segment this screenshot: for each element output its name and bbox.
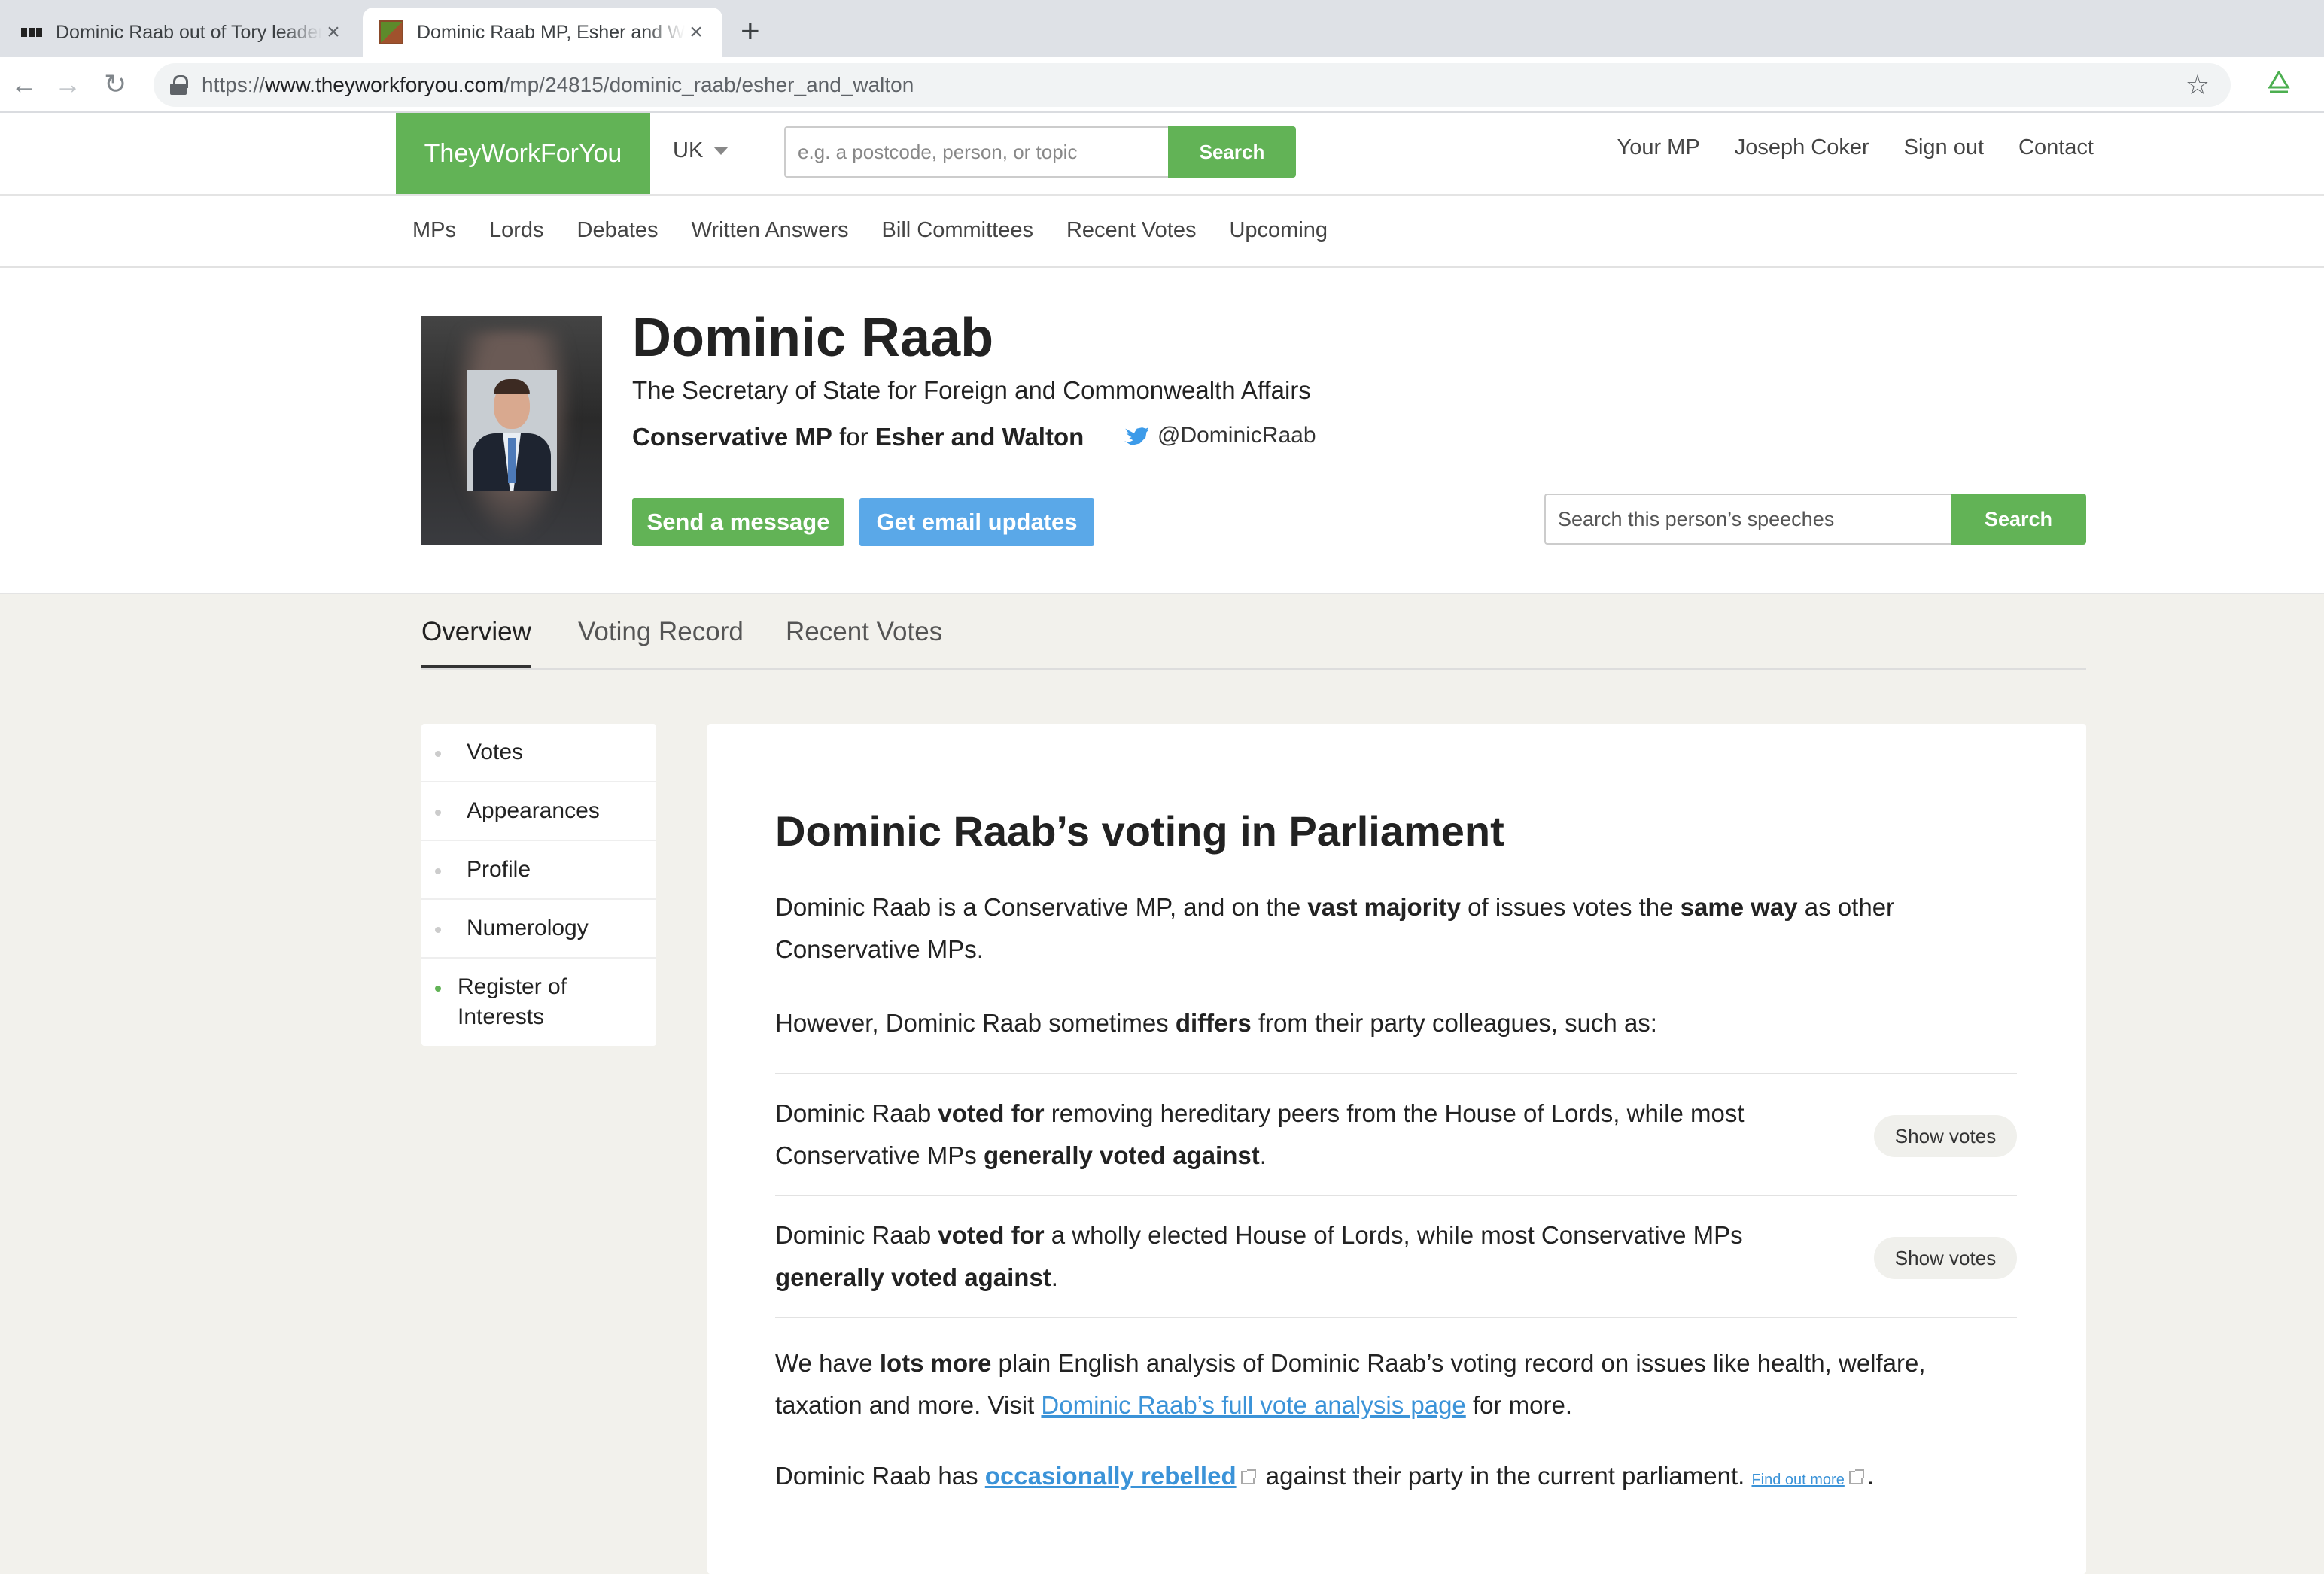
list-item: Dominic Raab voted for removing heredita… [775,1074,2017,1196]
site-search-input[interactable]: e.g. a postcode, person, or topic [784,126,1168,178]
nav-debates[interactable]: Debates [577,218,659,243]
tab-title: Dominic Raab out of Tory leadership race [56,21,322,43]
back-arrow-icon[interactable]: ← [11,68,38,101]
bbc-favicon-icon [21,28,42,37]
twfy-favicon-icon [379,20,403,44]
address-bar[interactable]: https://www.theyworkforyou.com/mp/24815/… [154,63,2231,107]
send-message-button[interactable]: Send a message [632,498,844,546]
site-search-button[interactable]: Search [1168,126,1296,178]
section-nav: MPs Lords Debates Written Answers Bill C… [0,196,2324,268]
vote-summary: Dominic Raab voted for a wholly elected … [775,1221,1743,1291]
user-links: Your MP Joseph Coker Sign out Contact [1617,135,2094,160]
bookmark-star-icon[interactable]: ☆ [2186,69,2210,101]
person-party: Conservative MP for Esher and Walton [632,423,1084,451]
site-logo[interactable]: TheyWorkForYou [396,113,650,194]
site-search: e.g. a postcode, person, or topic Search [784,126,1296,178]
tab-title: Dominic Raab MP, Esher and Walton [417,21,685,43]
country-label: UK [673,138,704,163]
contact-link[interactable]: Contact [2018,135,2094,160]
show-votes-button[interactable]: Show votes [1874,1115,2017,1157]
sidebar-nav: Votes Appearances Profile Numerology Reg… [421,724,656,1046]
rebellion-text: Dominic Raab has occasionally rebelled a… [775,1462,1875,1490]
nav-bill-committees[interactable]: Bill Committees [882,218,1033,243]
voting-summary-card: Dominic Raab’s voting in Parliament Domi… [707,724,2086,1574]
tab-overview[interactable]: Overview [421,617,531,668]
twitter-link[interactable]: @DominicRaab [1124,423,1316,448]
sidebar-item-appearances[interactable]: Appearances [421,782,656,841]
full-vote-analysis-link[interactable]: Dominic Raab’s full vote analysis page [1041,1391,1465,1419]
tab-voting-record[interactable]: Voting Record [578,617,744,665]
url-text: https://www.theyworkforyou.com/mp/24815/… [202,73,914,96]
mp-photo [421,316,602,545]
new-tab-plus-icon[interactable]: + [741,14,760,50]
speech-search-button[interactable]: Search [1951,494,2086,545]
sidebar-item-numerology[interactable]: Numerology [421,900,656,959]
browser-toolbar: ← → ↻ https://www.theyworkforyou.com/mp/… [0,57,2324,113]
external-link-icon [1240,1469,1256,1484]
browser-tab-bbc[interactable]: Dominic Raab out of Tory leadership race… [0,8,360,57]
country-selector[interactable]: UK [673,138,729,163]
twitter-bird-icon [1124,427,1148,445]
find-out-more-link[interactable]: Find out more [1751,1472,1844,1488]
close-tab-icon[interactable]: × [685,20,707,45]
sidebar-item-votes[interactable]: Votes [421,724,656,782]
reload-icon[interactable]: ↻ [104,68,126,101]
vote-summary: Dominic Raab voted for removing heredita… [775,1099,1745,1169]
list-item: Dominic Raab voted for a wholly elected … [775,1196,2017,1318]
sign-out-link[interactable]: Sign out [1904,135,1984,160]
person-name: Dominic Raab [632,308,994,368]
more-analysis-text: We have lots more plain English analysis… [775,1349,1926,1419]
party-alignment-text: Dominic Raab is a Conservative MP, and o… [775,893,1895,963]
nav-mps[interactable]: MPs [412,218,456,243]
email-updates-button[interactable]: Get email updates [859,498,1094,546]
lock-icon [170,75,188,95]
sidebar-item-register-of-interests[interactable]: Register of Interests [421,959,656,1046]
section-heading: Dominic Raab’s voting in Parliament [775,807,1504,855]
close-tab-icon[interactable]: × [322,20,345,45]
browser-tab-twfy[interactable]: Dominic Raab MP, Esher and Walton × [363,8,722,57]
site-header: TheyWorkForYou UK e.g. a postcode, perso… [0,113,2324,196]
speech-search: Search this person’s speeches Search [1544,494,2086,545]
your-mp-link[interactable]: Your MP [1617,135,1700,160]
nav-recent-votes[interactable]: Recent Votes [1066,218,1197,243]
extension-icon[interactable] [2267,71,2291,95]
tab-recent-votes[interactable]: Recent Votes [786,617,942,665]
user-name-link[interactable]: Joseph Coker [1735,135,1869,160]
occasionally-rebelled-link[interactable]: occasionally rebelled [985,1462,1237,1490]
page-tabs: Overview Voting Record Recent Votes [421,594,2086,670]
differs-intro-text: However, Dominic Raab sometimes differs … [775,1009,1657,1037]
nav-upcoming[interactable]: Upcoming [1229,218,1328,243]
person-header: Dominic Raab The Secretary of State for … [0,268,2324,594]
external-link-icon [1848,1469,1864,1484]
speech-search-input[interactable]: Search this person’s speeches [1544,494,1951,545]
differing-votes-list: Dominic Raab voted for removing heredita… [775,1073,2017,1318]
nav-written-answers[interactable]: Written Answers [692,218,849,243]
browser-tabstrip: Dominic Raab out of Tory leadership race… [0,0,2324,57]
forward-arrow-icon[interactable]: → [54,68,81,101]
show-votes-button[interactable]: Show votes [1874,1237,2017,1279]
caret-down-icon [713,147,729,155]
nav-lords[interactable]: Lords [489,218,544,243]
sidebar-item-profile[interactable]: Profile [421,841,656,900]
person-office: The Secretary of State for Foreign and C… [632,376,1311,404]
